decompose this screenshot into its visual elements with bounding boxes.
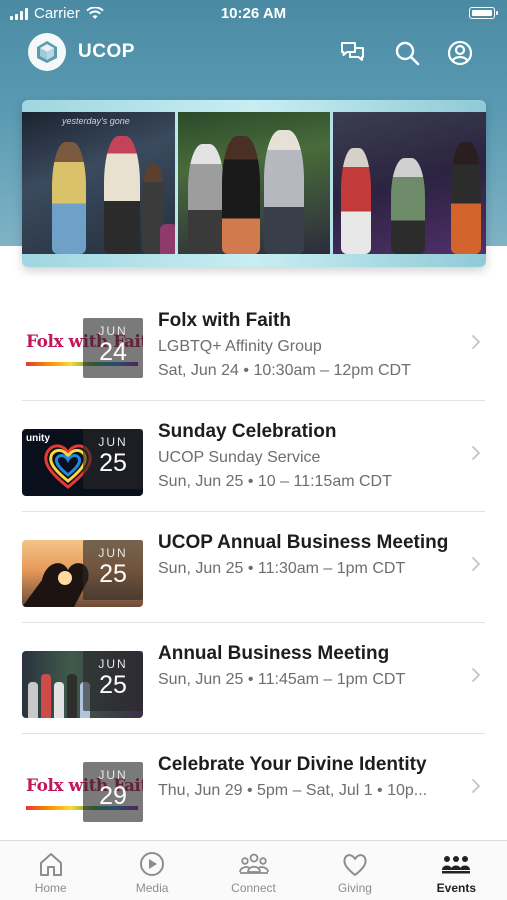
event-detail-line: Thu, Jun 29 • 5pm – Sat, Jul 1 • 10p...: [158, 782, 428, 799]
event-title: Sunday Celebration: [158, 421, 337, 442]
event-row[interactable]: unity JUN 25 Sunday Celebration UCOP Sunday …: [0, 401, 507, 512]
event-date-month: JUN: [98, 657, 128, 671]
event-date-badge: JUN 25: [83, 429, 143, 489]
event-date-badge: JUN 29: [83, 762, 143, 822]
chevron-right-icon: [472, 335, 480, 349]
user-icon: [447, 40, 473, 66]
search-button[interactable]: [392, 38, 422, 68]
event-text: Annual Business Meeting Sun, Jun 25 • 11:…: [158, 643, 458, 689]
messages-button[interactable]: [338, 38, 368, 68]
event-date-day: 29: [99, 782, 127, 810]
chat-icon: [341, 42, 364, 61]
event-date-day: 25: [99, 560, 127, 588]
event-detail-line: Sun, Jun 25 • 11:30am – 1pm CDT: [158, 560, 406, 577]
play-icon: [140, 852, 165, 876]
event-row[interactable]: JUN 25 UCOP Annual Business Meeting Sun, Ju…: [0, 512, 507, 623]
chevron-right-icon: [472, 446, 480, 460]
tab-home[interactable]: Home: [0, 841, 101, 900]
hero-banner[interactable]: yesterday's gone: [22, 100, 486, 267]
event-detail-line: Sat, Jun 24 • 10:30am – 12pm CDT: [158, 362, 411, 379]
app-title: UCOP: [78, 41, 135, 62]
event-date-day: 25: [99, 671, 127, 699]
group-icon: [442, 856, 471, 874]
tab-giving[interactable]: Giving: [304, 841, 405, 900]
event-text: Celebrate Your Divine Identity Thu, Jun 2…: [158, 754, 458, 800]
event-text: Folx with Faith LGBTQ+ Affinity Group Sat,…: [158, 310, 458, 380]
event-date-badge: JUN 25: [83, 651, 143, 711]
event-row[interactable]: Folx with FaithJUN24Folx with FaithLGBTQ…: [0, 290, 507, 401]
chevron-right-icon: [472, 779, 480, 793]
heart-icon: [343, 854, 367, 876]
hero-photo-strip: yesterday's gone: [22, 112, 486, 254]
ucop-logo[interactable]: [28, 33, 66, 71]
hero-photo-group: [177, 112, 331, 254]
battery-icon: [469, 7, 498, 19]
tab-events[interactable]: Events: [406, 841, 507, 900]
event-date-badge: JUN 24: [83, 318, 143, 378]
home-icon: [39, 853, 62, 876]
tab-media[interactable]: Media: [101, 841, 202, 900]
event-title: Annual Business Meeting: [158, 643, 390, 664]
event-date-day: 24: [99, 338, 127, 366]
event-date-month: JUN: [98, 435, 128, 449]
hero-photo-performers: yesterday's gone: [22, 112, 175, 254]
chevron-right-icon: [472, 557, 480, 571]
event-detail-line: LGBTQ+ Affinity Group: [158, 338, 322, 355]
search-icon: [395, 41, 420, 66]
event-date-month: JUN: [98, 768, 128, 782]
hero-caption: yesterday's gone: [62, 116, 130, 126]
tab-label: Giving: [337, 881, 372, 895]
app-bar: UCOP: [0, 30, 507, 76]
event-detail-line: UCOP Sunday Service: [158, 449, 321, 466]
event-list: Folx with FaithJUN24Folx with FaithLGBTQ…: [0, 290, 507, 845]
hero-photo-stage: [333, 112, 486, 254]
status-bar: Carrier 10:26 AM: [0, 0, 507, 28]
event-text: Sunday Celebration UCOP Sunday Service Sun…: [158, 421, 458, 491]
logo-mark-icon: [37, 41, 57, 63]
event-date-month: JUN: [98, 324, 128, 338]
tab-label: Media: [135, 881, 169, 895]
chevron-right-icon: [472, 668, 480, 682]
people-icon: [238, 853, 269, 874]
event-row[interactable]: JUN 25 Annual Business Meeting Sun, Jun 25 …: [0, 623, 507, 734]
tab-label: Connect: [231, 881, 276, 895]
event-detail-line: Sun, Jun 25 • 10 – 11:15am CDT: [158, 473, 392, 490]
event-detail-line: Sun, Jun 25 • 11:45am – 1pm CDT: [158, 671, 406, 688]
tab-label: Home: [34, 881, 67, 895]
event-row[interactable]: Folx with FaithJUN29Celebrate Your Divin…: [0, 734, 507, 845]
event-date-badge: JUN 25: [83, 540, 143, 600]
tab-connect[interactable]: Connect: [203, 841, 304, 900]
status-time: 10:26 AM: [220, 5, 287, 22]
tab-label: Events: [436, 881, 476, 895]
tab-bar: Home Media Connect Giving Events: [0, 840, 507, 900]
event-date-month: JUN: [98, 546, 128, 560]
event-title: UCOP Annual Business Meeting: [158, 532, 449, 553]
event-date-day: 25: [99, 449, 127, 477]
event-title: Celebrate Your Divine Identity: [158, 754, 427, 775]
event-title: Folx with Faith: [158, 310, 291, 331]
profile-button[interactable]: [445, 38, 475, 68]
event-text: UCOP Annual Business Meeting Sun, Jun 25 …: [158, 532, 458, 578]
